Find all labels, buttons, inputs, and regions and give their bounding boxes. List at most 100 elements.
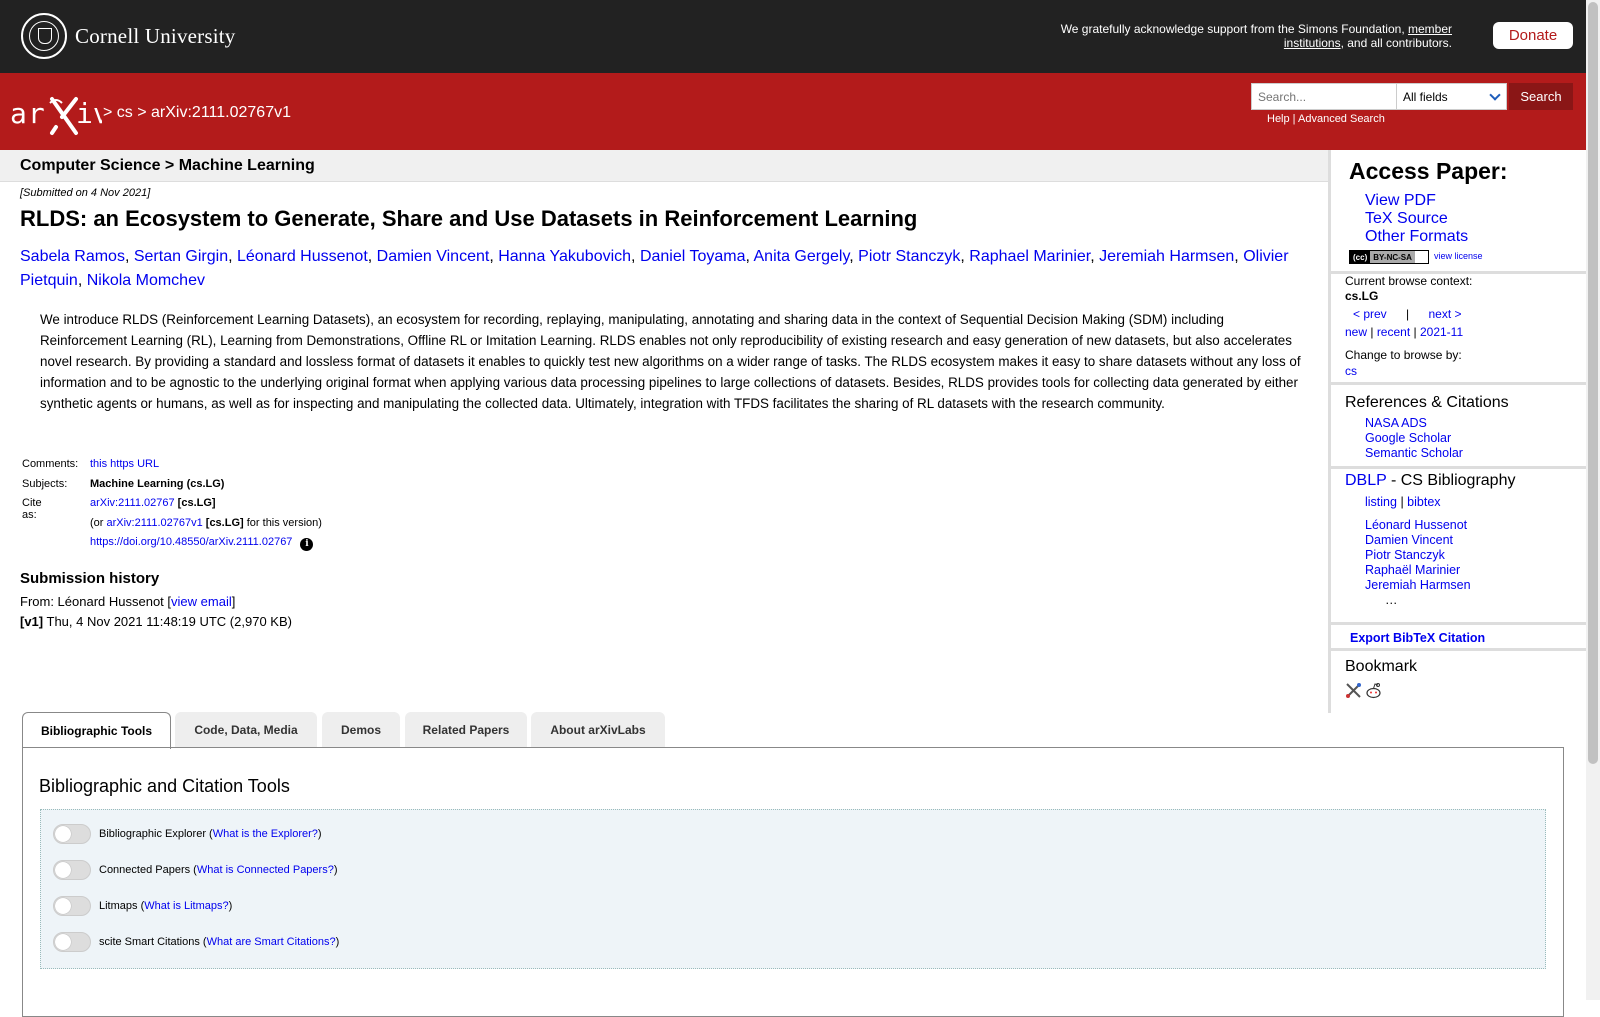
other-formats-link[interactable]: Other Formats	[1365, 228, 1468, 245]
view-pdf-link[interactable]: View PDF	[1365, 192, 1436, 209]
svg-text:ar: ar	[10, 97, 46, 130]
tab-demos[interactable]: Demos	[322, 712, 400, 748]
page-scrollbar[interactable]	[1586, 0, 1600, 1000]
arxiv-logo-icon[interactable]: ar iv	[10, 93, 102, 137]
litmaps-help-link[interactable]: What is Litmaps?	[144, 900, 228, 912]
tool-row: Bibliographic Explorer (What is the Expl…	[53, 824, 322, 844]
more-authors: …	[1385, 593, 1398, 607]
license-badge[interactable]: (cc) BY-NC-SA	[1349, 250, 1429, 264]
divider	[1331, 648, 1586, 651]
author-link[interactable]: Nikola Momchev	[87, 272, 205, 289]
litmaps-toggle[interactable]	[53, 896, 91, 916]
version-entry: [v1] Thu, 4 Nov 2021 11:48:19 UTC (2,970…	[20, 614, 292, 629]
chevron-down-icon	[1489, 89, 1501, 101]
tab-about-arxivlabs[interactable]: About arXivLabs	[531, 712, 665, 748]
divider	[1331, 622, 1586, 625]
connected-papers-toggle[interactable]	[53, 860, 91, 880]
info-icon[interactable]: i	[300, 538, 314, 551]
cornell-seal-icon	[21, 13, 67, 59]
google-scholar-link[interactable]: Google Scholar	[1365, 431, 1451, 445]
scite-help-link[interactable]: What are Smart Citations?	[207, 936, 336, 948]
cornell-logo[interactable]: Cornell University	[21, 13, 236, 59]
search-field-select[interactable]: All fields	[1396, 83, 1507, 110]
browse-cs-link[interactable]: cs	[1345, 364, 1357, 378]
tex-source-link[interactable]: TeX Source	[1365, 210, 1448, 227]
month-link[interactable]: 2021-11	[1420, 325, 1463, 339]
category-breadcrumb: Computer Science > Machine Learning	[20, 157, 315, 174]
search-button[interactable]: Search	[1509, 83, 1573, 110]
new-link[interactable]: new	[1345, 325, 1367, 339]
recent-link[interactable]: recent	[1377, 325, 1410, 339]
author-list: Sabela Ramos, Sertan Girgin, Léonard Hus…	[20, 248, 1289, 289]
subjects-value: Machine Learning (cs.LG)	[90, 477, 225, 490]
scite-toggle[interactable]	[53, 932, 91, 952]
tools-list: Bibliographic Explorer (What is the Expl…	[40, 809, 1546, 969]
dblp-link[interactable]: DBLP	[1345, 472, 1387, 489]
tab-bibliographic-tools[interactable]: Bibliographic Tools	[22, 712, 171, 749]
dblp-listing-link[interactable]: listing	[1365, 495, 1397, 509]
author-link[interactable]: Anita Gergely	[754, 248, 850, 265]
author-link[interactable]: Raphael Marinier	[969, 248, 1090, 265]
tab-code-data-media[interactable]: Code, Data, Media	[175, 712, 317, 748]
divider	[1331, 466, 1586, 469]
arxiv-header: ar iv > cs > arXiv:2111.02767v1 All fiel…	[0, 73, 1586, 150]
subjects-label: Subjects:	[22, 477, 68, 490]
comments-link[interactable]: this https URL	[90, 458, 159, 470]
bibsonomy-icon[interactable]	[1345, 682, 1362, 699]
dblp-author-link[interactable]: Raphaël Marinier	[1365, 563, 1460, 577]
cite-link[interactable]: arXiv:2111.02767	[90, 497, 175, 509]
cornell-name: Cornell University	[75, 23, 236, 48]
references-title: References & Citations	[1345, 394, 1509, 411]
reddit-icon[interactable]	[1365, 682, 1382, 699]
dblp-author-link[interactable]: Léonard Hussenot	[1365, 518, 1467, 532]
svg-text:iv: iv	[76, 97, 102, 130]
search-links: Help | Advanced Search	[1267, 113, 1385, 125]
divider	[1331, 382, 1586, 385]
browse-context: cs.LG	[1345, 289, 1379, 303]
author-link[interactable]: Sabela Ramos	[20, 248, 125, 265]
tab-related-papers[interactable]: Related Papers	[405, 712, 527, 748]
search-input[interactable]	[1251, 83, 1397, 110]
access-paper-title: Access Paper:	[1349, 158, 1508, 184]
connected-papers-help-link[interactable]: What is Connected Papers?	[197, 864, 334, 876]
prev-link[interactable]: < prev	[1353, 307, 1387, 321]
submission-from: From: Léonard Hussenot [view email]	[20, 594, 236, 609]
breadcrumb-cs[interactable]: cs	[117, 104, 133, 121]
cite-label: Cite as:	[22, 497, 42, 521]
nasa-ads-link[interactable]: NASA ADS	[1365, 416, 1427, 430]
author-link[interactable]: Hanna Yakubovich	[498, 248, 631, 265]
cornell-header: Cornell University We gratefully acknowl…	[0, 0, 1586, 73]
author-link[interactable]: Jeremiah Harmsen	[1099, 248, 1234, 265]
dblp-bibtex-link[interactable]: bibtex	[1407, 495, 1440, 509]
tool-row: scite Smart Citations (What are Smart Ci…	[53, 932, 339, 952]
export-bibtex-link[interactable]: Export BibTeX Citation	[1350, 631, 1485, 645]
advanced-search-link[interactable]: Advanced Search	[1298, 113, 1385, 125]
semantic-scholar-link[interactable]: Semantic Scholar	[1365, 446, 1463, 460]
breadcrumb: > cs > arXiv:2111.02767v1	[103, 104, 291, 121]
scrollbar-thumb[interactable]	[1588, 2, 1598, 764]
donate-button[interactable]: Donate	[1493, 22, 1573, 49]
version-link[interactable]: arXiv:2111.02767v1	[107, 517, 203, 529]
dblp-author-link[interactable]: Damien Vincent	[1365, 533, 1453, 547]
author-link[interactable]: Daniel Toyama	[640, 248, 746, 265]
help-link[interactable]: Help	[1267, 113, 1290, 125]
right-sidebar: Access Paper: View PDF TeX Source Other …	[1328, 150, 1586, 713]
view-email-link[interactable]: view email	[171, 594, 232, 609]
paper-title: RLDS: an Ecosystem to Generate, Share an…	[20, 206, 918, 231]
author-link[interactable]: Sertan Girgin	[134, 248, 228, 265]
dblp-author-link[interactable]: Jeremiah Harmsen	[1365, 578, 1471, 592]
tool-row: Litmaps (What is Litmaps?)	[53, 896, 232, 916]
dblp-author-link[interactable]: Piotr Stanczyk	[1365, 548, 1445, 562]
view-license-link[interactable]: view license	[1434, 251, 1483, 261]
panel-title: Bibliographic and Citation Tools	[39, 776, 290, 796]
author-link[interactable]: Piotr Stanczyk	[858, 248, 960, 265]
category-header: Computer Science > Machine Learning	[0, 150, 1328, 182]
breadcrumb-id: arXiv:2111.02767v1	[151, 104, 291, 121]
author-link[interactable]: Léonard Hussenot	[237, 248, 368, 265]
explorer-toggle[interactable]	[53, 824, 91, 844]
author-link[interactable]: Damien Vincent	[377, 248, 490, 265]
next-link[interactable]: next >	[1429, 307, 1462, 321]
doi-link[interactable]: https://doi.org/10.48550/arXiv.2111.0276…	[90, 536, 292, 548]
explorer-help-link[interactable]: What is the Explorer?	[213, 828, 318, 840]
bookmark-title: Bookmark	[1345, 658, 1418, 675]
